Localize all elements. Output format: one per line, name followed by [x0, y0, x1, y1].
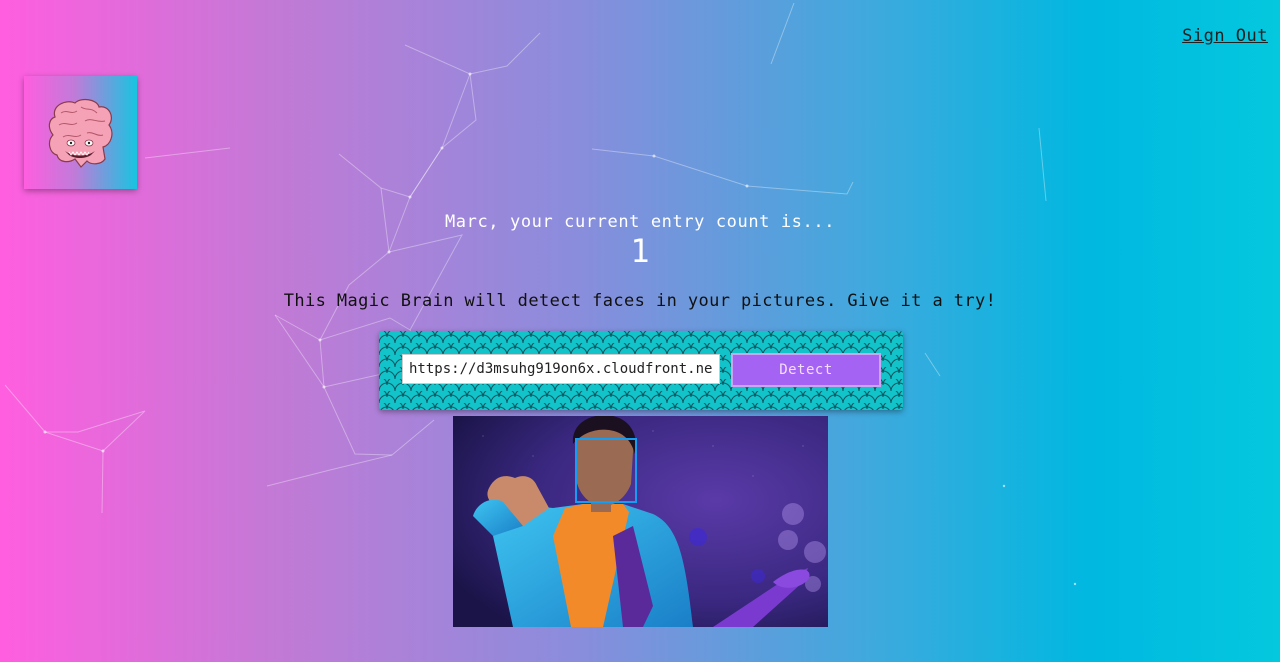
app-description: This Magic Brain will detect faces in yo…: [283, 291, 997, 311]
detect-button[interactable]: Detect: [731, 353, 881, 387]
input-photo: [453, 416, 828, 627]
sign-out-link[interactable]: Sign Out: [1182, 26, 1268, 46]
brain-icon: [48, 98, 112, 168]
logo[interactable]: [24, 76, 137, 189]
entry-count-value: 1: [630, 232, 650, 270]
image-url-input[interactable]: [402, 354, 720, 384]
face-bounding-box: [575, 438, 637, 503]
performer-photo: [453, 416, 828, 627]
image-url-form: Detect: [379, 331, 903, 410]
entry-count-message: Marc, your current entry count is...: [444, 212, 836, 232]
